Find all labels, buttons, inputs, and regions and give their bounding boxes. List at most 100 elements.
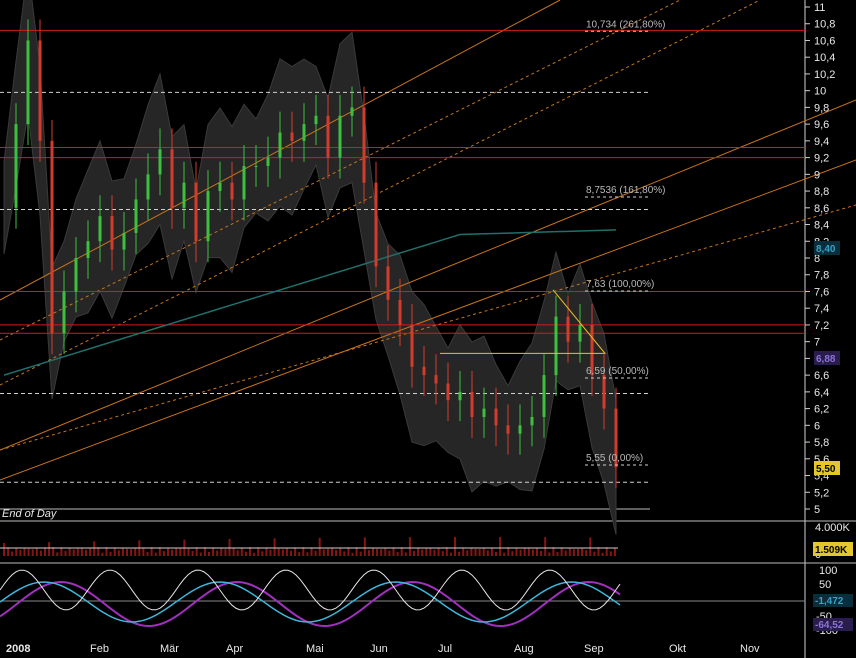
volume-bar [380,549,383,556]
volume-bar [113,547,116,556]
y-tick-label: 11 [814,2,825,14]
indicator-panel [0,569,805,627]
volume-bar [495,551,497,556]
x-axis-label: Aug [514,643,534,655]
volume-bar [179,548,182,556]
y-tick-label: 8,8 [814,186,829,198]
volume-bar [335,549,338,556]
x-axis-label: Nov [740,643,760,655]
volume-bar [142,547,145,556]
x-axis-label: Mär [160,643,179,655]
fib-label: 7,63 (100,00%) [586,279,654,290]
volume-bar [89,547,92,556]
volume-bar [433,549,436,556]
volume-bar [367,550,370,556]
volume-bar [265,547,268,556]
candle-body [74,258,78,292]
volume-bar [601,552,604,556]
volume-bar [146,551,149,556]
volume-bar [404,552,407,556]
ma2-value: 6,88 [816,354,836,365]
candle-body [458,391,462,401]
volume-bar [568,547,571,556]
volume-bar [199,552,202,556]
volume-bar [523,548,526,556]
volume-bar [15,547,18,556]
volume-bar [126,548,128,556]
volume-bar [48,542,51,556]
y-tick-label: 7 [814,337,820,349]
candle-body [518,425,522,434]
volume-bar [310,547,313,556]
volume-bar [281,549,284,556]
volume-bar [56,552,59,556]
candle-body [362,107,366,183]
volume-bar [581,548,584,556]
volume-bar [478,549,481,556]
indicator-signal-line [0,581,621,627]
volume-bar [162,551,165,556]
candle-body [326,115,330,158]
ind-value-2: -64,52 [815,620,844,631]
y-tick-label: 9,4 [814,136,829,148]
volume-bar [314,550,317,556]
candle-body [554,316,558,376]
volume-bar [11,551,14,556]
y-tick-label: 5,8 [814,437,829,449]
volume-bar [474,549,477,556]
volume-bar [318,537,321,556]
x-axis-label: Sep [584,643,604,655]
ind-value-1: -1,472 [815,596,844,607]
chart-svg[interactable]: End of Day 10,734 (261,80%) 8,7536 (161,8… [0,0,856,658]
candle-body [506,425,510,434]
volume-bar [490,547,493,556]
y-tick-label: 10 [814,86,826,98]
fib-label: 6,59 (50,00%) [586,366,649,377]
candle-body [302,124,306,141]
volume-bar [564,550,567,556]
volume-bar [3,543,5,556]
volume-bar [548,552,551,556]
volume-bar [224,549,227,556]
volume-bar [31,549,34,556]
volume-bar [134,547,137,556]
candle-body [542,375,546,417]
volume-bar [154,552,157,556]
y-tick-label: 7,8 [814,270,829,282]
y-tick-label: 10,8 [814,19,835,31]
candle-body [122,232,126,250]
volume-bar [429,548,432,556]
x-axis-label: Okt [669,643,686,655]
y-tick-label: 10,2 [814,69,835,81]
volume-bar [482,548,485,556]
volume-bar [511,551,514,556]
volume-bar [577,548,579,556]
volume-bar [306,552,309,556]
y-tick-label: 6,2 [814,404,829,416]
volume-bar [376,548,379,556]
volume-bar [343,551,346,556]
candle-body [158,149,162,175]
volume-bar [384,547,387,556]
x-axis-label: Jun [370,643,388,655]
volume-bar [515,547,518,556]
volume-bar [64,550,67,556]
volume-bar [417,547,420,556]
y-tick-label: 5 [814,504,820,516]
volume-bar [253,552,256,556]
volume-bar [175,548,178,556]
candle-body [242,165,246,200]
x-axis-label: Jul [438,643,452,655]
last-price-value: 5,50 [816,464,836,475]
candle-body [182,182,186,208]
candle-body [602,375,606,409]
volume-bar [261,551,264,556]
volume-bar [462,547,465,556]
ma-value: 8,40 [816,244,836,255]
candle-body [134,199,138,233]
volume-bar [76,548,79,556]
volume-bar [572,549,575,556]
candle-body [314,115,318,125]
volume-bar [109,551,112,556]
y-tick-label: 6,4 [814,387,829,399]
